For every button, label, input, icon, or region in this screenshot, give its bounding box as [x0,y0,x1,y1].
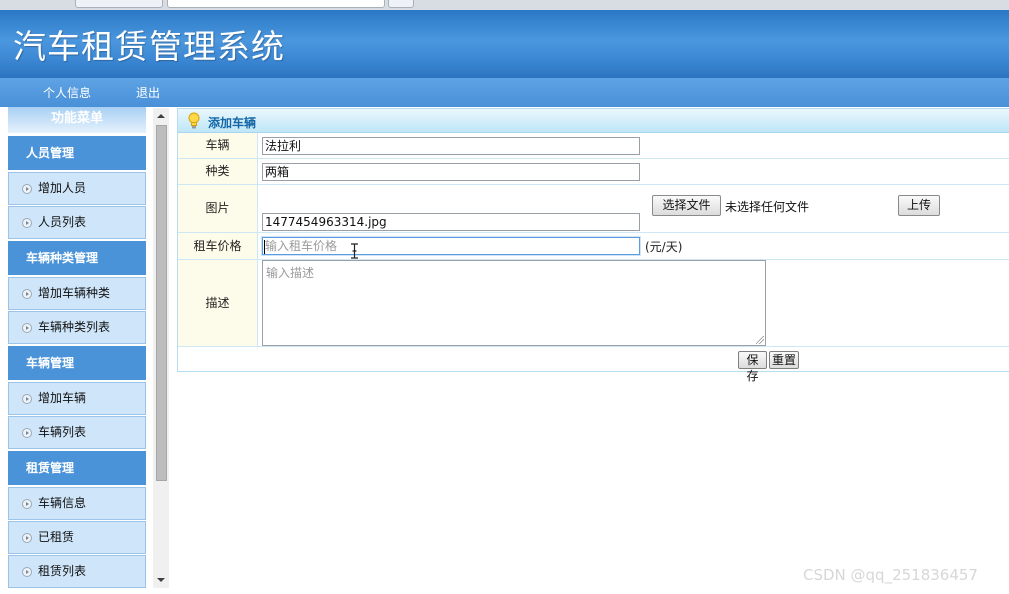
sidebar-item-label: 已租赁 [38,530,75,544]
lightbulb-icon [188,112,200,129]
menu-group-vehicle[interactable]: 车辆管理 [8,346,146,381]
arrow-bullet-icon [22,499,32,509]
no-file-chosen-text: 未选择任何文件 [725,200,810,214]
reset-button[interactable]: 重置 [769,351,799,369]
price-unit: (元/天) [645,240,683,254]
arrow-bullet-icon [22,289,32,299]
panel-title: 添加车辆 [208,116,257,130]
arrow-bullet-icon [22,218,32,228]
menu-group-rental[interactable]: 租赁管理 [8,451,146,486]
arrow-bullet-icon [22,394,32,404]
panel-header: 添加车辆 [178,109,1009,133]
new-tab-button[interactable] [388,0,414,8]
sidebar-item-label: 增加人员 [38,181,87,195]
nav-logout[interactable]: 退出 [136,84,160,101]
sidebar-item-add-vehicle[interactable]: 增加车辆 [8,382,146,415]
sidebar-item-label: 增加车辆种类 [38,286,111,300]
sidebar-item-vehicle-info[interactable]: 车辆信息 [8,487,146,520]
header-banner: 汽车租赁管理系统 [0,10,1009,78]
form-row-description: 描述 输入描述 [178,260,1009,347]
text-caret [264,240,265,254]
browser-tab[interactable] [75,0,163,8]
scroll-down-arrow-icon[interactable] [153,572,169,588]
app-title: 汽车租赁管理系统 [13,27,285,66]
description-placeholder: 输入描述 [266,266,315,280]
vehicle-label: 车辆 [178,133,258,158]
browser-tab-strip [0,0,1009,10]
form-row-price: 租车价格 输入租车价格 (元/天) [178,233,1009,260]
add-vehicle-panel: 添加车辆 车辆 法拉利 种类 两箱 图片 选择文件 未选择任何文件 上传 147… [177,108,1009,383]
sidebar-item-category-list[interactable]: 车辆种类列表 [8,311,146,344]
sidebar-item-label: 车辆列表 [38,425,87,439]
sidebar-item-label: 车辆种类列表 [38,320,111,334]
price-label: 租车价格 [178,233,258,259]
arrow-bullet-icon [22,567,32,577]
save-button[interactable]: 保存 [738,351,767,383]
sidebar-item-label: 增加车辆 [38,391,87,405]
price-input[interactable]: 输入租车价格 [262,237,640,255]
category-input[interactable]: 两箱 [262,163,640,181]
arrow-bullet-icon [22,428,32,438]
menu-group-personnel[interactable]: 人员管理 [8,136,146,171]
form-row-category: 种类 两箱 [178,159,1009,185]
image-filename-input[interactable]: 1477454963314.jpg [262,213,640,231]
scroll-up-arrow-icon[interactable] [153,108,169,124]
description-label: 描述 [178,260,258,346]
vehicle-input[interactable]: 法拉利 [262,137,640,155]
top-nav: 个人信息 退出 [0,78,1009,107]
sidebar-item-label: 人员列表 [38,215,87,229]
resize-grip-icon[interactable] [756,336,764,344]
arrow-bullet-icon [22,533,32,543]
sidebar-item-add-person[interactable]: 增加人员 [8,172,146,205]
sidebar-item-label: 车辆信息 [38,496,87,510]
sidebar-item-rental-list[interactable]: 租赁列表 [8,555,146,588]
menu-title: 功能菜单 [8,107,146,133]
form-row-image: 图片 选择文件 未选择任何文件 上传 1477454963314.jpg [178,185,1009,233]
scrollbar-thumb[interactable] [156,125,167,481]
description-textarea[interactable]: 输入描述 [262,260,766,346]
sidebar-item-vehicle-list[interactable]: 车辆列表 [8,416,146,449]
image-label: 图片 [178,185,258,232]
watermark: CSDN @qq_251836457 [803,566,978,584]
ibeam-cursor-icon [351,243,358,259]
form-actions: 保存 重置 [178,347,1009,383]
arrow-bullet-icon [22,184,32,194]
choose-file-button[interactable]: 选择文件 [652,195,721,216]
browser-tab-active[interactable] [167,0,385,8]
menu-group-vehicle-category[interactable]: 车辆种类管理 [8,241,146,276]
category-label: 种类 [178,159,258,184]
sidebar-item-label: 租赁列表 [38,564,87,578]
arrow-bullet-icon [22,323,32,333]
upload-button[interactable]: 上传 [898,195,940,216]
sidebar-item-person-list[interactable]: 人员列表 [8,206,146,239]
sidebar-scrollbar[interactable] [153,108,169,588]
nav-personal-info[interactable]: 个人信息 [43,84,91,101]
sidebar-item-add-category[interactable]: 增加车辆种类 [8,277,146,310]
form-row-vehicle: 车辆 法拉利 [178,133,1009,159]
sidebar-menu: 功能菜单 人员管理 增加人员 人员列表 车辆种类管理 增加车辆种类 车辆种类列表… [0,107,150,594]
sidebar-item-rented[interactable]: 已租赁 [8,521,146,554]
